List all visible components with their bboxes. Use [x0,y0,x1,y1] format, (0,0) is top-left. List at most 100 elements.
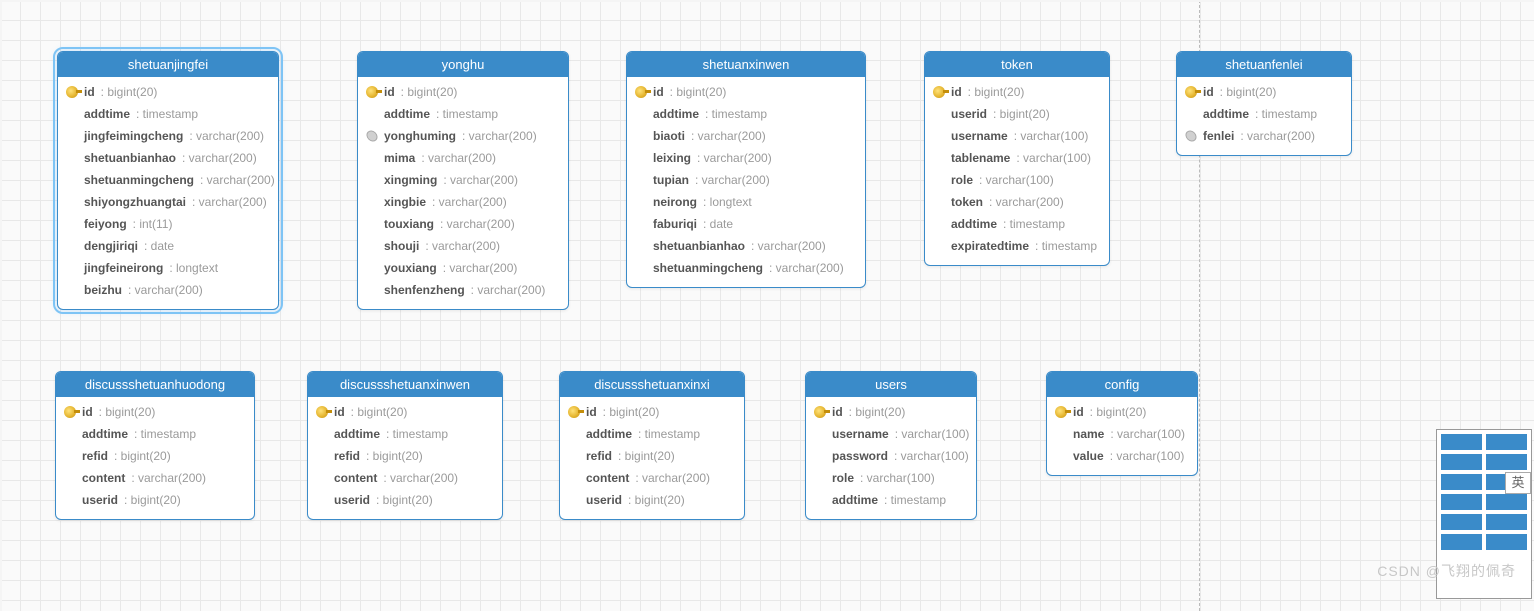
table-row[interactable]: touxiang: varchar(200) [364,213,562,235]
table-row[interactable]: id: bigint(20) [566,401,738,423]
table-row[interactable]: addtime: timestamp [364,103,562,125]
table-shetuanjingfei[interactable]: shetuanjingfei id: bigint(20)addtime: tim… [57,51,279,310]
table-row[interactable]: addtime: timestamp [1183,103,1345,125]
table-row[interactable]: addtime: timestamp [62,423,248,445]
table-row[interactable]: password: varchar(100) [812,445,970,467]
column-name: mima [384,149,415,167]
table-shetuanxinwen[interactable]: shetuanxinwen id: bigint(20)addtime: time… [626,51,866,288]
table-row[interactable]: dengjiriqi: date [64,235,272,257]
table-header[interactable]: discussshetuanhuodong [56,372,254,397]
table-header[interactable]: config [1047,372,1197,397]
table-yonghu[interactable]: yonghuid: bigint(20)addtime: timestampyo… [357,51,569,310]
table-header[interactable]: yonghu [358,52,568,77]
table-header[interactable]: discussshetuanxinwen [308,372,502,397]
table-row[interactable]: id: bigint(20) [812,401,970,423]
table-row[interactable]: id: bigint(20) [633,81,859,103]
table-header[interactable]: token [925,52,1109,77]
table-row[interactable]: leixing: varchar(200) [633,147,859,169]
table-row[interactable]: shetuanmingcheng: varchar(200) [633,257,859,279]
table-row[interactable]: jingfeineirong: longtext [64,257,272,279]
table-row[interactable]: content: varchar(200) [566,467,738,489]
column-type: : varchar(200) [989,193,1064,211]
table-row[interactable]: id: bigint(20) [64,81,272,103]
er-canvas[interactable]: shetuanjingfeiid: bigint(20)addtime: tim… [0,0,1534,611]
table-row[interactable]: shiyongzhuangtai: varchar(200) [64,191,272,213]
table-row[interactable]: id: bigint(20) [931,81,1103,103]
table-row[interactable]: userid: bigint(20) [566,489,738,511]
table-header[interactable]: users [806,372,976,397]
column-type: : varchar(200) [425,237,500,255]
table-row[interactable]: refid: bigint(20) [62,445,248,467]
table-row[interactable]: jingfeimingcheng: varchar(200) [64,125,272,147]
column-name: content [334,469,377,487]
table-row[interactable]: id: bigint(20) [62,401,248,423]
table-row[interactable]: id: bigint(20) [314,401,496,423]
table-row[interactable]: name: varchar(100) [1053,423,1191,445]
table-row[interactable]: shetuanbianhao: varchar(200) [633,235,859,257]
table-header[interactable]: shetuanfenlei [1177,52,1351,77]
column-name: role [832,469,854,487]
table-row[interactable]: shetuanbianhao: varchar(200) [64,147,272,169]
table-row[interactable]: userid: bigint(20) [314,489,496,511]
table-row[interactable]: addtime: timestamp [931,213,1103,235]
primary-key-icon [1185,86,1197,98]
table-row[interactable]: beizhu: varchar(200) [64,279,272,301]
column-type: : bigint(20) [603,403,660,421]
table-row[interactable]: shouji: varchar(200) [364,235,562,257]
column-type: : varchar(200) [131,469,206,487]
table-token[interactable]: token id: bigint(20)userid: bigint(20)use… [924,51,1110,266]
column-type: : date [144,237,174,255]
table-row[interactable]: xingbie: varchar(200) [364,191,562,213]
table-row[interactable]: refid: bigint(20) [566,445,738,467]
table-header[interactable]: discussshetuanxinxi [560,372,744,397]
table-row[interactable]: userid: bigint(20) [62,489,248,511]
column-type: : varchar(100) [895,425,970,443]
table-row[interactable]: feiyong: int(11) [64,213,272,235]
table-row[interactable]: neirong: longtext [633,191,859,213]
table-users[interactable]: users id: bigint(20)username: varchar(100… [805,371,977,520]
table-row[interactable]: id: bigint(20) [364,81,562,103]
table-row[interactable]: role: varchar(100) [931,169,1103,191]
table-row[interactable]: id: bigint(20) [1053,401,1191,423]
table-discussshetuanxinxi[interactable]: discussshetuanxinxi id: bigint(20)addtime… [559,371,745,520]
table-row[interactable]: userid: bigint(20) [931,103,1103,125]
table-row[interactable]: fenlei: varchar(200) [1183,125,1345,147]
table-config[interactable]: config id: bigint(20)name: varchar(100)va… [1046,371,1198,476]
table-row[interactable]: refid: bigint(20) [314,445,496,467]
column-icon [64,428,76,440]
table-row[interactable]: addtime: timestamp [633,103,859,125]
table-row[interactable]: addtime: timestamp [314,423,496,445]
table-row[interactable]: value: varchar(100) [1053,445,1191,467]
table-row[interactable]: shetuanmingcheng: varchar(200) [64,169,272,191]
table-row[interactable]: xingming: varchar(200) [364,169,562,191]
table-row[interactable]: shenfenzheng: varchar(200) [364,279,562,301]
table-shetuanfenlei[interactable]: shetuanfenlei id: bigint(20)addtime: time… [1176,51,1352,156]
table-header[interactable]: shetuanjingfei [58,52,278,77]
table-row[interactable]: biaoti: varchar(200) [633,125,859,147]
table-row[interactable]: username: varchar(100) [931,125,1103,147]
table-row[interactable]: yonghuming: varchar(200) [364,125,562,147]
column-name: tupian [653,171,689,189]
table-row[interactable]: role: varchar(100) [812,467,970,489]
table-row[interactable]: tablename: varchar(100) [931,147,1103,169]
table-row[interactable]: content: varchar(200) [62,467,248,489]
table-row[interactable]: addtime: timestamp [812,489,970,511]
table-row[interactable]: tupian: varchar(200) [633,169,859,191]
table-row[interactable]: expiratedtime: timestamp [931,235,1103,257]
column-type: : timestamp [705,105,767,123]
table-row[interactable]: addtime: timestamp [64,103,272,125]
table-row[interactable]: mima: varchar(200) [364,147,562,169]
table-row[interactable]: content: varchar(200) [314,467,496,489]
table-row[interactable]: token: varchar(200) [931,191,1103,213]
table-header[interactable]: shetuanxinwen [627,52,865,77]
table-row[interactable]: faburiqi: date [633,213,859,235]
ime-indicator[interactable]: 英 [1505,472,1531,494]
table-discussshetuanxinwen[interactable]: discussshetuanxinwen id: bigint(20)addtim… [307,371,503,520]
table-discussshetuanhuodong[interactable]: discussshetuanhuodong id: bigint(20)addti… [55,371,255,520]
column-icon [933,218,945,230]
table-row[interactable]: addtime: timestamp [566,423,738,445]
table-row[interactable]: youxiang: varchar(200) [364,257,562,279]
table-row[interactable]: id: bigint(20) [1183,81,1345,103]
table-row[interactable]: username: varchar(100) [812,423,970,445]
minimap-panel[interactable]: 英 [1436,429,1532,599]
